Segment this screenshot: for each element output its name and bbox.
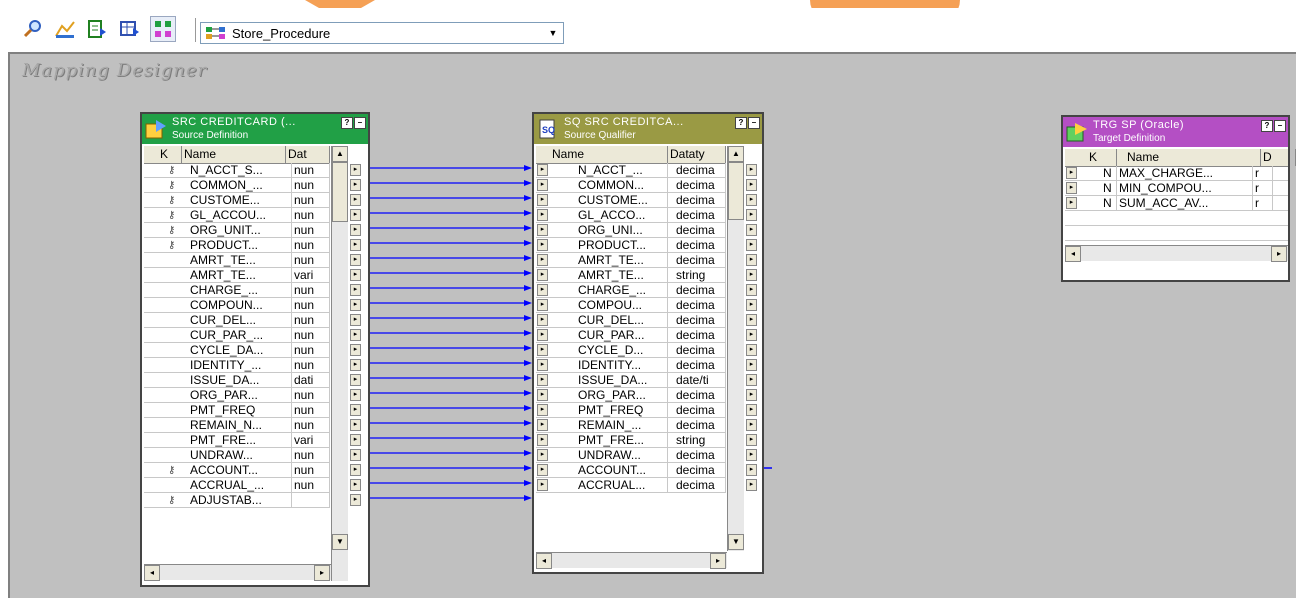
link-arrowhead: [524, 225, 532, 231]
link-arrowhead: [524, 345, 532, 351]
link-arrowhead: [524, 495, 532, 501]
link-arrowhead: [524, 270, 532, 276]
link-arrowhead: [524, 255, 532, 261]
link-arrowhead: [524, 180, 532, 186]
link-arrowhead: [524, 285, 532, 291]
link-arrowhead: [524, 360, 532, 366]
link-arrowhead: [524, 165, 532, 171]
link-arrowhead: [524, 210, 532, 216]
link-arrowhead: [524, 330, 532, 336]
link-arrowhead: [524, 240, 532, 246]
link-arrowhead: [524, 315, 532, 321]
link-arrowhead: [524, 390, 532, 396]
link-arrowhead: [524, 480, 532, 486]
link-arrowhead: [524, 420, 532, 426]
link-arrowhead: [524, 195, 532, 201]
link-arrowhead: [524, 300, 532, 306]
port-links: [370, 165, 772, 501]
link-arrowhead: [524, 375, 532, 381]
link-arrowhead: [524, 435, 532, 441]
link-arrowhead: [524, 465, 532, 471]
link-arrowhead: [524, 405, 532, 411]
link-arrowhead: [524, 450, 532, 456]
